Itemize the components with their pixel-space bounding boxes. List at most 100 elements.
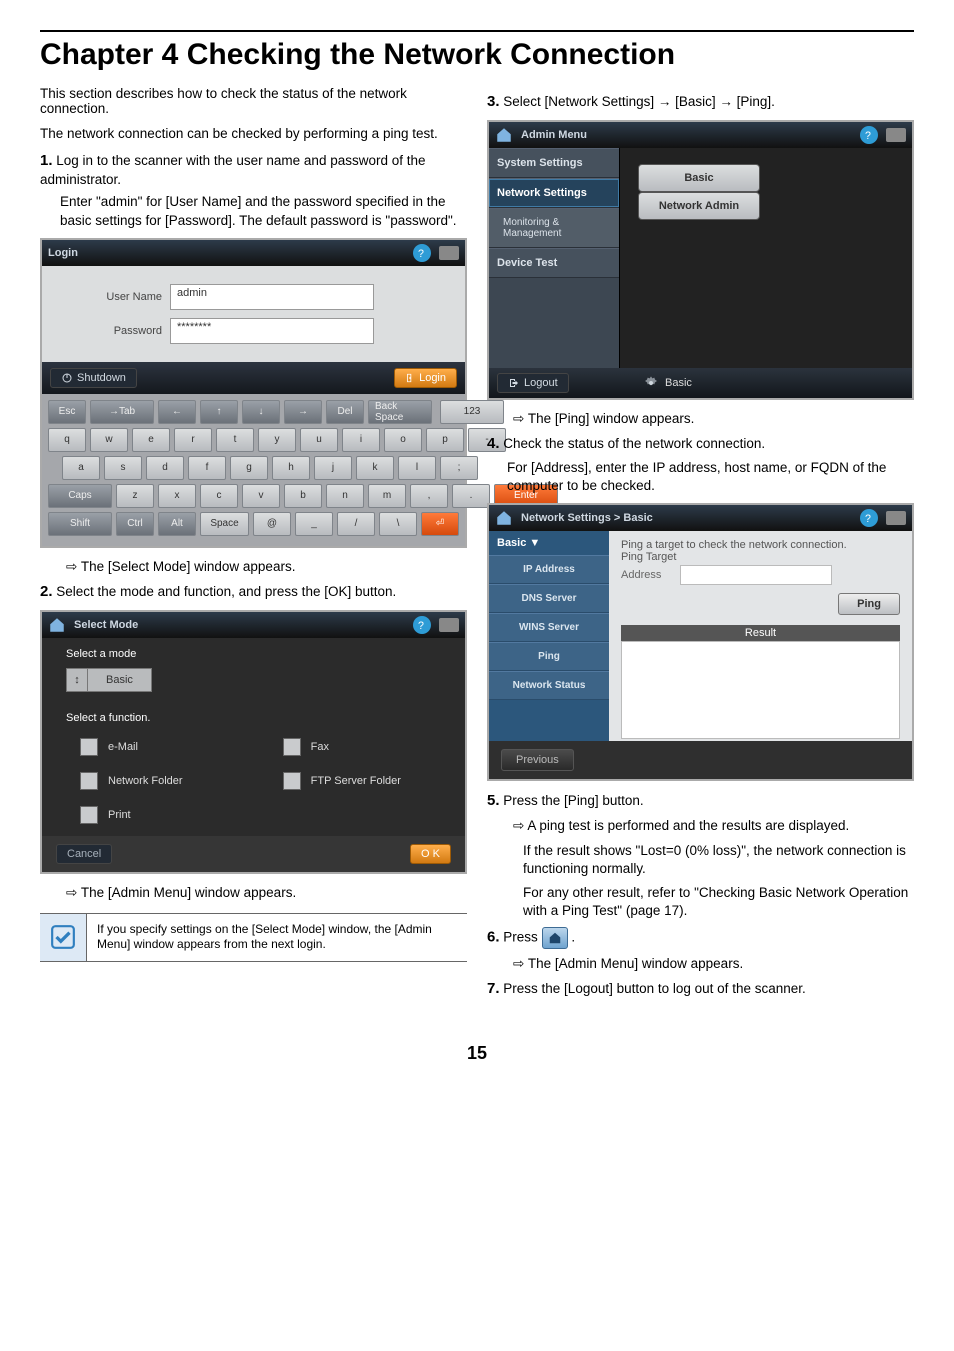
left-column: This section describes how to check the … [40, 86, 467, 1003]
key-dot[interactable]: . [452, 484, 490, 508]
help-icon[interactable]: ? [413, 244, 431, 262]
step-6-after: . [571, 929, 575, 944]
ok-button[interactable]: O K [410, 844, 451, 864]
key-a[interactable]: a [62, 456, 100, 480]
home-button-icon [542, 927, 568, 949]
key-at[interactable]: @ [253, 512, 291, 536]
mode-dropdown[interactable]: ↕ Basic [66, 668, 152, 692]
home-icon[interactable] [495, 126, 513, 144]
step-7: 7. Press the [Logout] button to log out … [487, 979, 914, 999]
key-ctrl[interactable]: Ctrl [116, 512, 154, 536]
network-admin-button[interactable]: Network Admin [638, 192, 760, 220]
sidebar-monitoring[interactable]: Monitoring & Management [489, 208, 619, 248]
key-h[interactable]: h [272, 456, 310, 480]
key-l[interactable]: l [398, 456, 436, 480]
user-name-input[interactable]: admin [170, 284, 374, 310]
logout-button[interactable]: Logout [497, 373, 569, 393]
cancel-button[interactable]: Cancel [56, 844, 112, 864]
key-f[interactable]: f [188, 456, 226, 480]
key-i[interactable]: i [342, 428, 380, 452]
ping-side-status[interactable]: Network Status [489, 671, 609, 700]
key-c[interactable]: c [200, 484, 238, 508]
key-alt[interactable]: Alt [158, 512, 196, 536]
func-ftp[interactable]: FTP Server Folder [283, 772, 441, 790]
key-backspace[interactable]: Back Space [368, 400, 432, 424]
key-u[interactable]: u [300, 428, 338, 452]
func-print[interactable]: Print [80, 806, 223, 824]
basic-button[interactable]: Basic [638, 164, 760, 192]
key-k[interactable]: k [356, 456, 394, 480]
checkbox-icon [283, 772, 301, 790]
ping-side-ping[interactable]: Ping [489, 642, 609, 671]
key-shift[interactable]: Shift [48, 512, 112, 536]
key-m[interactable]: m [368, 484, 406, 508]
key-p[interactable]: p [426, 428, 464, 452]
func-network-folder[interactable]: Network Folder [80, 772, 223, 790]
key-del[interactable]: Del [326, 400, 364, 424]
sidebar-network-settings[interactable]: Network Settings [489, 178, 619, 208]
keyboard-icon[interactable] [439, 246, 459, 260]
key-w[interactable]: w [90, 428, 128, 452]
shutdown-button[interactable]: Shutdown [50, 368, 137, 388]
key-up[interactable]: ↑ [200, 400, 238, 424]
checkbox-icon [80, 806, 98, 824]
step-4: 4. Check the status of the network conne… [487, 434, 914, 454]
key-down[interactable]: ↓ [242, 400, 280, 424]
step-3-num: 3. [487, 93, 500, 110]
intro-2: The network connection can be checked by… [40, 126, 467, 141]
key-esc[interactable]: Esc [48, 400, 86, 424]
key-y[interactable]: y [258, 428, 296, 452]
key-d[interactable]: d [146, 456, 184, 480]
home-icon[interactable] [495, 509, 513, 527]
key-r[interactable]: r [174, 428, 212, 452]
func-fax[interactable]: Fax [283, 738, 441, 756]
login-button[interactable]: Login [394, 368, 457, 388]
ping-target-label: Ping Target [621, 551, 900, 563]
ping-side-ip[interactable]: IP Address [489, 555, 609, 584]
ping-side-wins[interactable]: WINS Server [489, 613, 609, 642]
key-semi[interactable]: ; [440, 456, 478, 480]
key-left[interactable]: ← [158, 400, 196, 424]
key-return[interactable]: ⏎ [421, 512, 459, 536]
func-email[interactable]: e-Mail [80, 738, 223, 756]
keyboard-icon[interactable] [886, 511, 906, 525]
key-j[interactable]: j [314, 456, 352, 480]
key-q[interactable]: q [48, 428, 86, 452]
key-g[interactable]: g [230, 456, 268, 480]
key-comma[interactable]: , [410, 484, 448, 508]
home-icon[interactable] [48, 616, 66, 634]
svg-text:?: ? [418, 248, 424, 260]
key-tab[interactable]: →Tab [90, 400, 154, 424]
key-x[interactable]: x [158, 484, 196, 508]
ping-side-header[interactable]: Basic ▼ [489, 531, 609, 555]
help-icon[interactable]: ? [860, 509, 878, 527]
key-z[interactable]: z [116, 484, 154, 508]
key-e[interactable]: e [132, 428, 170, 452]
sidebar-device-test[interactable]: Device Test [489, 248, 619, 278]
key-caps[interactable]: Caps [48, 484, 112, 508]
key-right[interactable]: → [284, 400, 322, 424]
ping-button[interactable]: Ping [838, 593, 900, 615]
ping-address-input[interactable] [680, 565, 832, 585]
help-icon[interactable]: ? [860, 126, 878, 144]
ping-side-dns[interactable]: DNS Server [489, 584, 609, 613]
key-slash[interactable]: / [337, 512, 375, 536]
key-space[interactable]: Space [200, 512, 249, 536]
keyboard-icon[interactable] [886, 128, 906, 142]
step-3: 3. Select [Network Settings] → [Basic] →… [487, 92, 914, 112]
key-t[interactable]: t [216, 428, 254, 452]
sidebar-system-settings[interactable]: System Settings [489, 148, 619, 178]
key-bslash[interactable]: \ [379, 512, 417, 536]
key-s[interactable]: s [104, 456, 142, 480]
key-b[interactable]: b [284, 484, 322, 508]
key-v[interactable]: v [242, 484, 280, 508]
key-o[interactable]: o [384, 428, 422, 452]
key-n[interactable]: n [326, 484, 364, 508]
password-input[interactable]: ******** [170, 318, 374, 344]
keyboard-icon[interactable] [439, 618, 459, 632]
key-under[interactable]: _ [295, 512, 333, 536]
help-icon[interactable]: ? [413, 616, 431, 634]
page-number: 15 [40, 1043, 914, 1064]
previous-button[interactable]: Previous [501, 749, 574, 771]
ping-instruction: Ping a target to check the network conne… [621, 539, 900, 551]
